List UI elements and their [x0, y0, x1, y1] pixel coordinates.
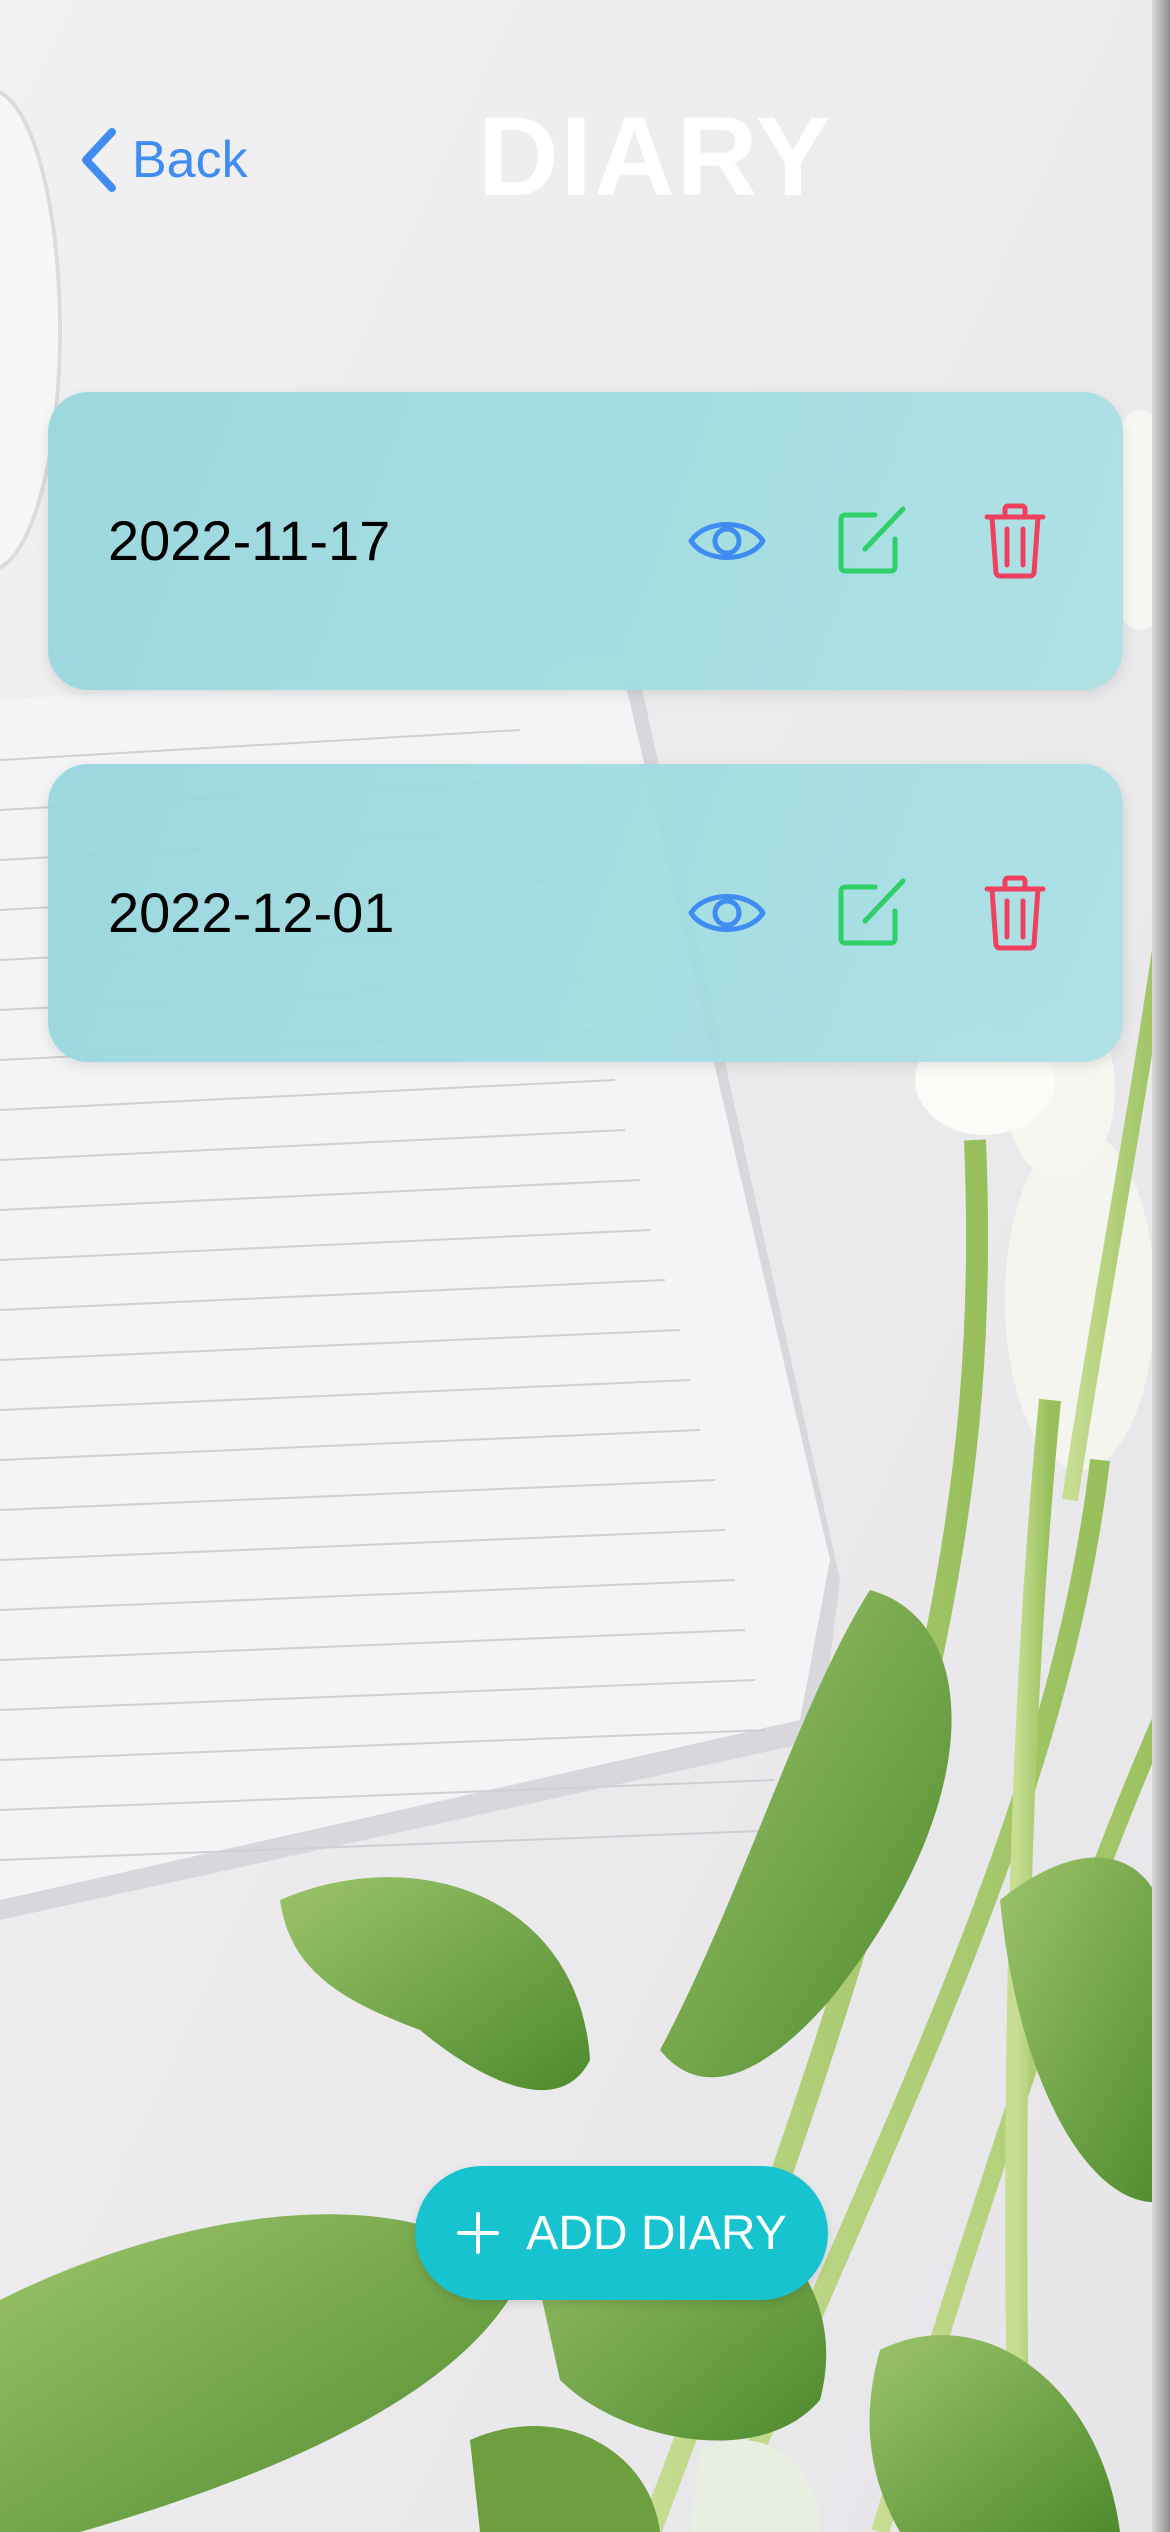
diary-list: 2022-11-17 2022-12-01 — [48, 392, 1123, 1136]
diary-card: 2022-11-17 — [48, 392, 1123, 690]
diary-date: 2022-11-17 — [108, 509, 391, 572]
edit-icon — [838, 878, 906, 946]
edit-button[interactable] — [823, 493, 919, 589]
plus-icon — [457, 2212, 500, 2254]
trash-icon — [984, 875, 1046, 951]
view-button[interactable] — [679, 865, 775, 961]
add-diary-label: ADD DIARY — [526, 2206, 787, 2260]
screen-edge — [1152, 0, 1170, 2532]
delete-button[interactable] — [967, 865, 1063, 961]
eye-icon — [688, 894, 766, 932]
background-image — [0, 0, 1170, 2532]
diary-actions — [679, 764, 1063, 1062]
eye-icon — [688, 522, 766, 560]
diary-date: 2022-12-01 — [108, 881, 395, 944]
edit-icon — [838, 506, 906, 574]
trash-icon — [984, 503, 1046, 579]
edit-button[interactable] — [823, 865, 919, 961]
page-title: DIARY — [477, 94, 833, 219]
diary-card: 2022-12-01 — [48, 764, 1123, 1062]
add-diary-button[interactable]: ADD DIARY — [415, 2166, 828, 2300]
view-button[interactable] — [679, 493, 775, 589]
diary-actions — [679, 392, 1063, 690]
delete-button[interactable] — [967, 493, 1063, 589]
